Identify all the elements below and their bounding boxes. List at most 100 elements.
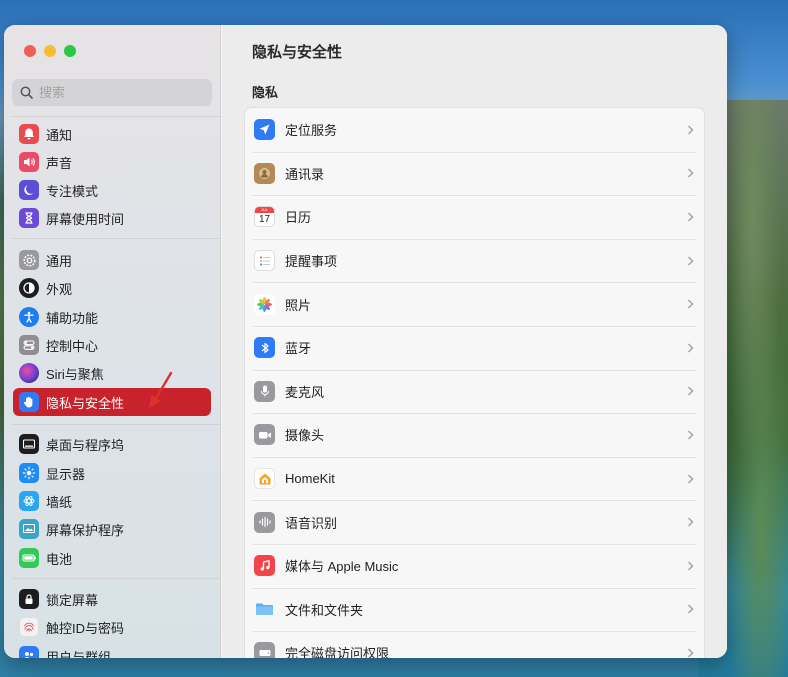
- sidebar-item-focus[interactable]: 专注模式: [13, 176, 211, 204]
- control-center-icon: [19, 335, 39, 355]
- row-camera[interactable]: 摄像头: [245, 413, 704, 457]
- row-location-services[interactable]: 定位服务: [245, 108, 704, 152]
- speech-recognition-icon: [254, 511, 275, 533]
- speaker-icon: [19, 152, 39, 172]
- sidebar-item-label: 外观: [46, 281, 73, 297]
- camera-icon: [254, 424, 275, 446]
- hourglass-icon: [19, 208, 39, 228]
- sidebar-item-label: 通知: [46, 127, 73, 143]
- music-icon: [254, 555, 275, 577]
- chevron-right-icon: [688, 168, 694, 178]
- users-icon: [19, 646, 39, 658]
- row-bluetooth[interactable]: 蓝牙: [245, 325, 704, 370]
- sidebar-item-appearance[interactable]: 外观: [13, 274, 211, 302]
- page-title: 隐私与安全性: [252, 44, 343, 61]
- location-arrow-icon: [254, 119, 275, 141]
- moon-icon: [19, 180, 39, 200]
- row-files-folders[interactable]: 文件和文件夹: [245, 587, 704, 632]
- chevron-right-icon: [688, 648, 694, 658]
- sidebar-item-sound[interactable]: 声音: [13, 148, 211, 176]
- zoom-button[interactable]: [64, 45, 76, 57]
- row-label: 蓝牙: [285, 341, 312, 357]
- sidebar-item-label: 用户与群组: [46, 649, 112, 659]
- minimize-button[interactable]: [44, 45, 56, 57]
- search-field[interactable]: [12, 79, 212, 106]
- accessibility-icon: [19, 307, 39, 327]
- close-button[interactable]: [24, 45, 36, 57]
- window-controls: [24, 45, 76, 57]
- chevron-right-icon: [688, 212, 694, 222]
- wallpaper-icon: [19, 491, 39, 511]
- chevron-right-icon: [688, 517, 694, 527]
- sidebar-item-label: 隐私与安全性: [46, 395, 125, 411]
- chevron-right-icon: [688, 343, 694, 353]
- sun-icon: [19, 463, 39, 483]
- row-contacts[interactable]: 通讯录: [245, 151, 704, 196]
- chevron-right-icon: [688, 430, 694, 440]
- sidebar-item-control-center[interactable]: 控制中心: [13, 331, 211, 359]
- bluetooth-icon: [254, 337, 275, 359]
- sidebar-item-lock-screen[interactable]: 锁定屏幕: [13, 585, 211, 613]
- sidebar-item-screen-time[interactable]: 屏幕使用时间: [13, 204, 211, 232]
- homekit-icon: [254, 468, 275, 490]
- sidebar-item-notifications[interactable]: 通知: [13, 120, 211, 148]
- row-label: 媒体与 Apple Music: [285, 559, 399, 575]
- row-label: 麦克风: [285, 384, 325, 400]
- appearance-icon: [19, 278, 39, 298]
- row-full-disk-access[interactable]: 完全磁盘访问权限: [245, 631, 704, 658]
- sidebar-item-desktop-dock[interactable]: 桌面与程序坞: [13, 430, 211, 458]
- search-input[interactable]: [39, 85, 189, 100]
- chevron-right-icon: [688, 474, 694, 484]
- row-speech-recognition[interactable]: 语音识别: [245, 500, 704, 544]
- row-label: 日历: [285, 210, 312, 226]
- photos-icon: [254, 293, 275, 315]
- sidebar-item-accessibility[interactable]: 辅助功能: [13, 303, 211, 331]
- hand-icon: [19, 392, 39, 412]
- sidebar-item-battery[interactable]: 电池: [13, 544, 211, 572]
- sidebar-item-label: 屏幕使用时间: [46, 211, 125, 227]
- dock-icon: [19, 434, 39, 454]
- sidebar-item-label: 墙纸: [46, 494, 73, 510]
- chevron-right-icon: [688, 256, 694, 266]
- sidebar-item-label: 桌面与程序坞: [46, 437, 125, 453]
- sidebar-item-displays[interactable]: 显示器: [13, 459, 211, 487]
- fingerprint-icon: [19, 617, 39, 637]
- sidebar-item-label: 屏幕保护程序: [46, 522, 125, 538]
- sidebar-item-wallpaper[interactable]: 墙纸: [13, 487, 211, 515]
- sidebar-item-users-groups[interactable]: 用户与群组: [13, 642, 211, 658]
- sidebar-item-siri[interactable]: Siri与聚焦: [13, 359, 211, 387]
- row-label: 通讯录: [285, 166, 325, 182]
- sidebar-item-label: 电池: [46, 551, 73, 567]
- row-label: 提醒事项: [285, 254, 338, 270]
- sidebar-item-touch-id[interactable]: 触控ID与密码: [13, 613, 211, 641]
- sidebar-item-label: 显示器: [46, 466, 86, 482]
- sidebar-item-label: 控制中心: [46, 338, 99, 354]
- sidebar-item-label: Siri与聚焦: [46, 366, 104, 382]
- sidebar-divider: [12, 238, 220, 239]
- sidebar-item-label: 触控ID与密码: [46, 620, 125, 636]
- sidebar-item-general[interactable]: 通用: [13, 246, 211, 274]
- row-calendar[interactable]: JUL 17 日历: [245, 195, 704, 239]
- row-microphone[interactable]: 麦克风: [245, 369, 704, 414]
- row-label: 文件和文件夹: [285, 602, 364, 618]
- row-reminders[interactable]: 提醒事项: [245, 238, 704, 283]
- settings-window: 通知 声音 专注模式 屏幕使用时间 通用: [4, 25, 727, 658]
- row-photos[interactable]: 照片: [245, 282, 704, 326]
- microphone-icon: [254, 380, 275, 402]
- privacy-list: 定位服务 通讯录 JUL 17 日历 提醒事项 照片 蓝牙 麦克风 摄像头 Ho…: [244, 107, 705, 658]
- sidebar-item-screensaver[interactable]: 屏幕保护程序: [13, 515, 211, 543]
- chevron-right-icon: [688, 299, 694, 309]
- row-label: HomeKit: [285, 471, 335, 487]
- chevron-right-icon: [688, 386, 694, 396]
- main-pane: 隐私与安全性 隐私 定位服务 通讯录 JUL 17 日历 提醒事项 照片 蓝牙 …: [222, 25, 727, 658]
- sidebar-item-label: 声音: [46, 155, 73, 171]
- row-homekit[interactable]: HomeKit: [245, 456, 704, 501]
- section-title-privacy: 隐私: [252, 85, 279, 100]
- row-label: 照片: [285, 297, 312, 313]
- folder-icon: [254, 599, 275, 620]
- row-media-apple-music[interactable]: 媒体与 Apple Music: [245, 543, 704, 588]
- gear-icon: [19, 250, 39, 270]
- sidebar-item-label: 辅助功能: [46, 310, 99, 326]
- sidebar-item-privacy-security[interactable]: 隐私与安全性: [13, 388, 211, 416]
- sidebar-item-label: 锁定屏幕: [46, 592, 99, 608]
